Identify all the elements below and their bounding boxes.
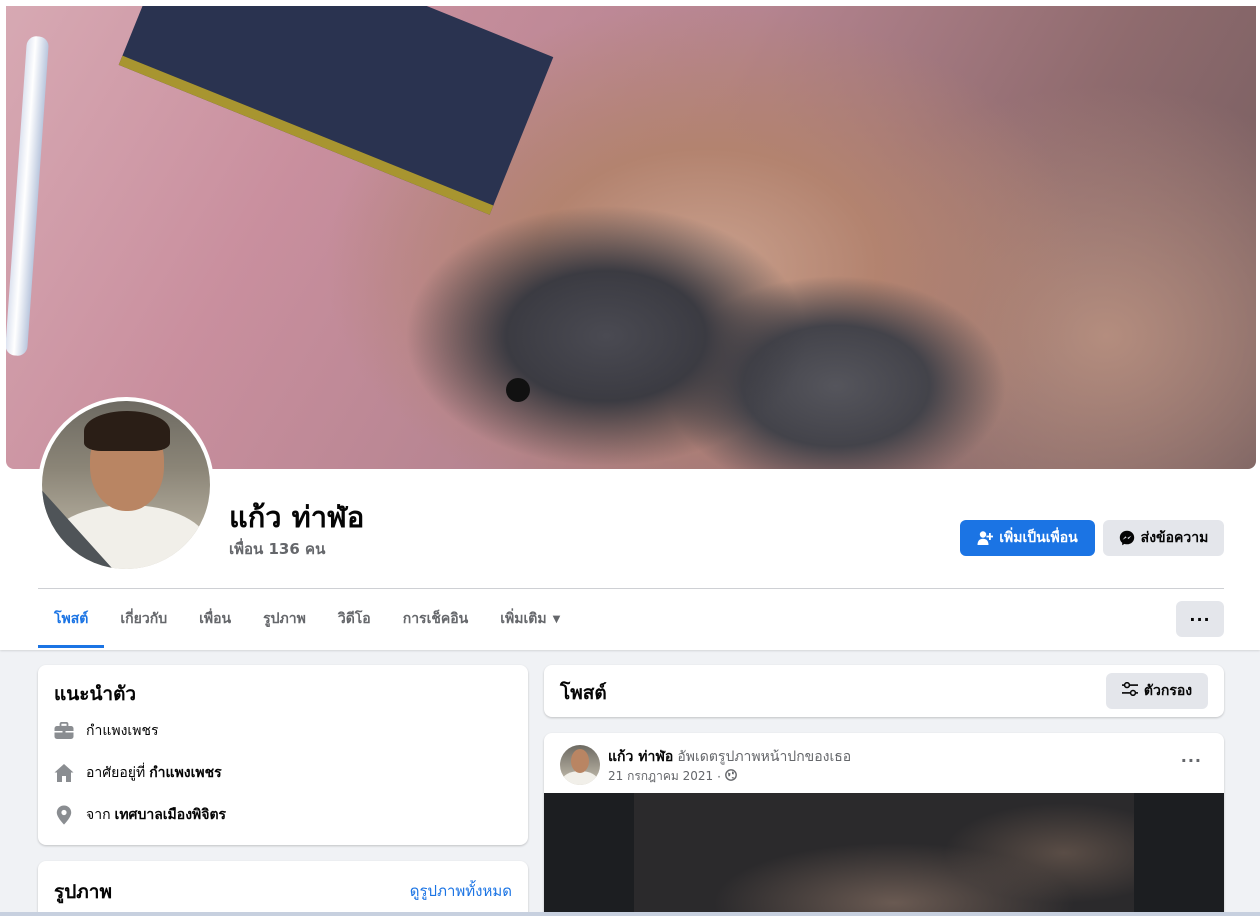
post-action-text: อัพเดตรูปภาพหน้าปกของเธอ (677, 749, 852, 765)
intro-lives-prefix: อาศัยอยู่ที่ (86, 765, 146, 781)
intro-lives-value[interactable]: กำแพงเพชร (149, 762, 221, 784)
filter-sliders-icon (1121, 681, 1138, 700)
posts-header-card: โพสต์ ตัวกรอง (544, 665, 1224, 717)
photos-card: รูปภาพ ดูรูปภาพทั้งหมด (38, 861, 528, 916)
profile-picture[interactable] (38, 397, 214, 573)
tab-more[interactable]: เพิ่มเติม ▼ (484, 590, 576, 648)
messenger-icon (1119, 530, 1135, 546)
message-label: ส่งข้อความ (1140, 530, 1209, 546)
profile-picture-image (42, 401, 210, 569)
see-all-photos-link[interactable]: ดูรูปภาพทั้งหมด (410, 879, 512, 903)
post-meta-separator: · (717, 769, 721, 784)
post-author-name[interactable]: แก้ว ท่าฬ่อ (608, 749, 673, 765)
intro-from: จาก เทศบาลเมืองพิจิตร (54, 804, 226, 826)
post-card: แก้ว ท่าฬ่อ อัพเดตรูปภาพหน้าปกของเธอ 21 ก… (544, 733, 1224, 916)
post-author-avatar[interactable] (560, 745, 600, 785)
intro-title: แนะนำตัว (54, 683, 137, 705)
profile-tabs: โพสต์ เกี่ยวกับ เพื่อน รูปภาพ วิดีโอ การ… (38, 590, 576, 648)
tab-friends[interactable]: เพื่อน (183, 590, 247, 648)
post-meta: 21 กรกฎาคม 2021 · (608, 767, 737, 786)
intro-work-value[interactable]: กำแพงเพชร (86, 720, 158, 742)
bottom-scroll-edge (0, 912, 1260, 916)
post-options-button[interactable]: ··· (1181, 751, 1202, 770)
profile-name: แก้ว ท่าฬ่อ (229, 500, 365, 534)
cover-book (118, 6, 554, 215)
tab-about[interactable]: เกี่ยวกับ (104, 590, 183, 648)
filter-button[interactable]: ตัวกรอง (1106, 673, 1208, 709)
message-button[interactable]: ส่งข้อความ (1103, 520, 1224, 556)
add-friend-button[interactable]: เพิ่มเป็นเพื่อน (960, 520, 1095, 556)
posts-title: โพสต์ (560, 682, 607, 704)
tab-videos[interactable]: วิดีโอ (322, 590, 387, 648)
post-header-line: แก้ว ท่าฬ่อ อัพเดตรูปภาพหน้าปกของเธอ (608, 746, 851, 768)
cover-pen (6, 35, 50, 357)
photos-title: รูปภาพ (54, 881, 112, 903)
intro-from-prefix: จาก (86, 807, 111, 823)
intro-from-value[interactable]: เทศบาลเมืองพิจิตร (115, 804, 227, 826)
briefcase-icon (54, 721, 74, 741)
home-icon (54, 763, 74, 783)
intro-card: แนะนำตัว กำแพงเพชร อาศัยอยู่ที่ กำแพงเพช… (38, 665, 528, 845)
globe-icon (725, 769, 737, 784)
header-divider (38, 588, 1224, 589)
cover-animal-eye (506, 378, 530, 402)
tab-posts[interactable]: โพสต์ (38, 590, 105, 648)
profile-more-button[interactable]: ··· (1176, 601, 1224, 637)
cover-photo[interactable] (6, 6, 1256, 469)
friend-count[interactable]: เพื่อน 136 คน (229, 537, 325, 561)
tab-checkins[interactable]: การเช็คอิน (387, 590, 485, 648)
profile-header: แก้ว ท่าฬ่อ เพื่อน 136 คน เพิ่มเป็นเพื่อ… (0, 0, 1260, 650)
filter-label: ตัวกรอง (1143, 683, 1193, 699)
intro-work: กำแพงเพชร (54, 720, 158, 742)
tab-photos[interactable]: รูปภาพ (247, 590, 322, 648)
add-person-icon (977, 530, 994, 546)
post-image[interactable] (544, 793, 1224, 916)
add-friend-label: เพิ่มเป็นเพื่อน (999, 530, 1078, 546)
post-image-content (634, 793, 1134, 916)
caret-down-icon: ▼ (552, 613, 561, 625)
post-date[interactable]: 21 กรกฎาคม 2021 (608, 767, 713, 786)
intro-lives: อาศัยอยู่ที่ กำแพงเพชร (54, 762, 222, 784)
location-pin-icon (54, 805, 74, 825)
